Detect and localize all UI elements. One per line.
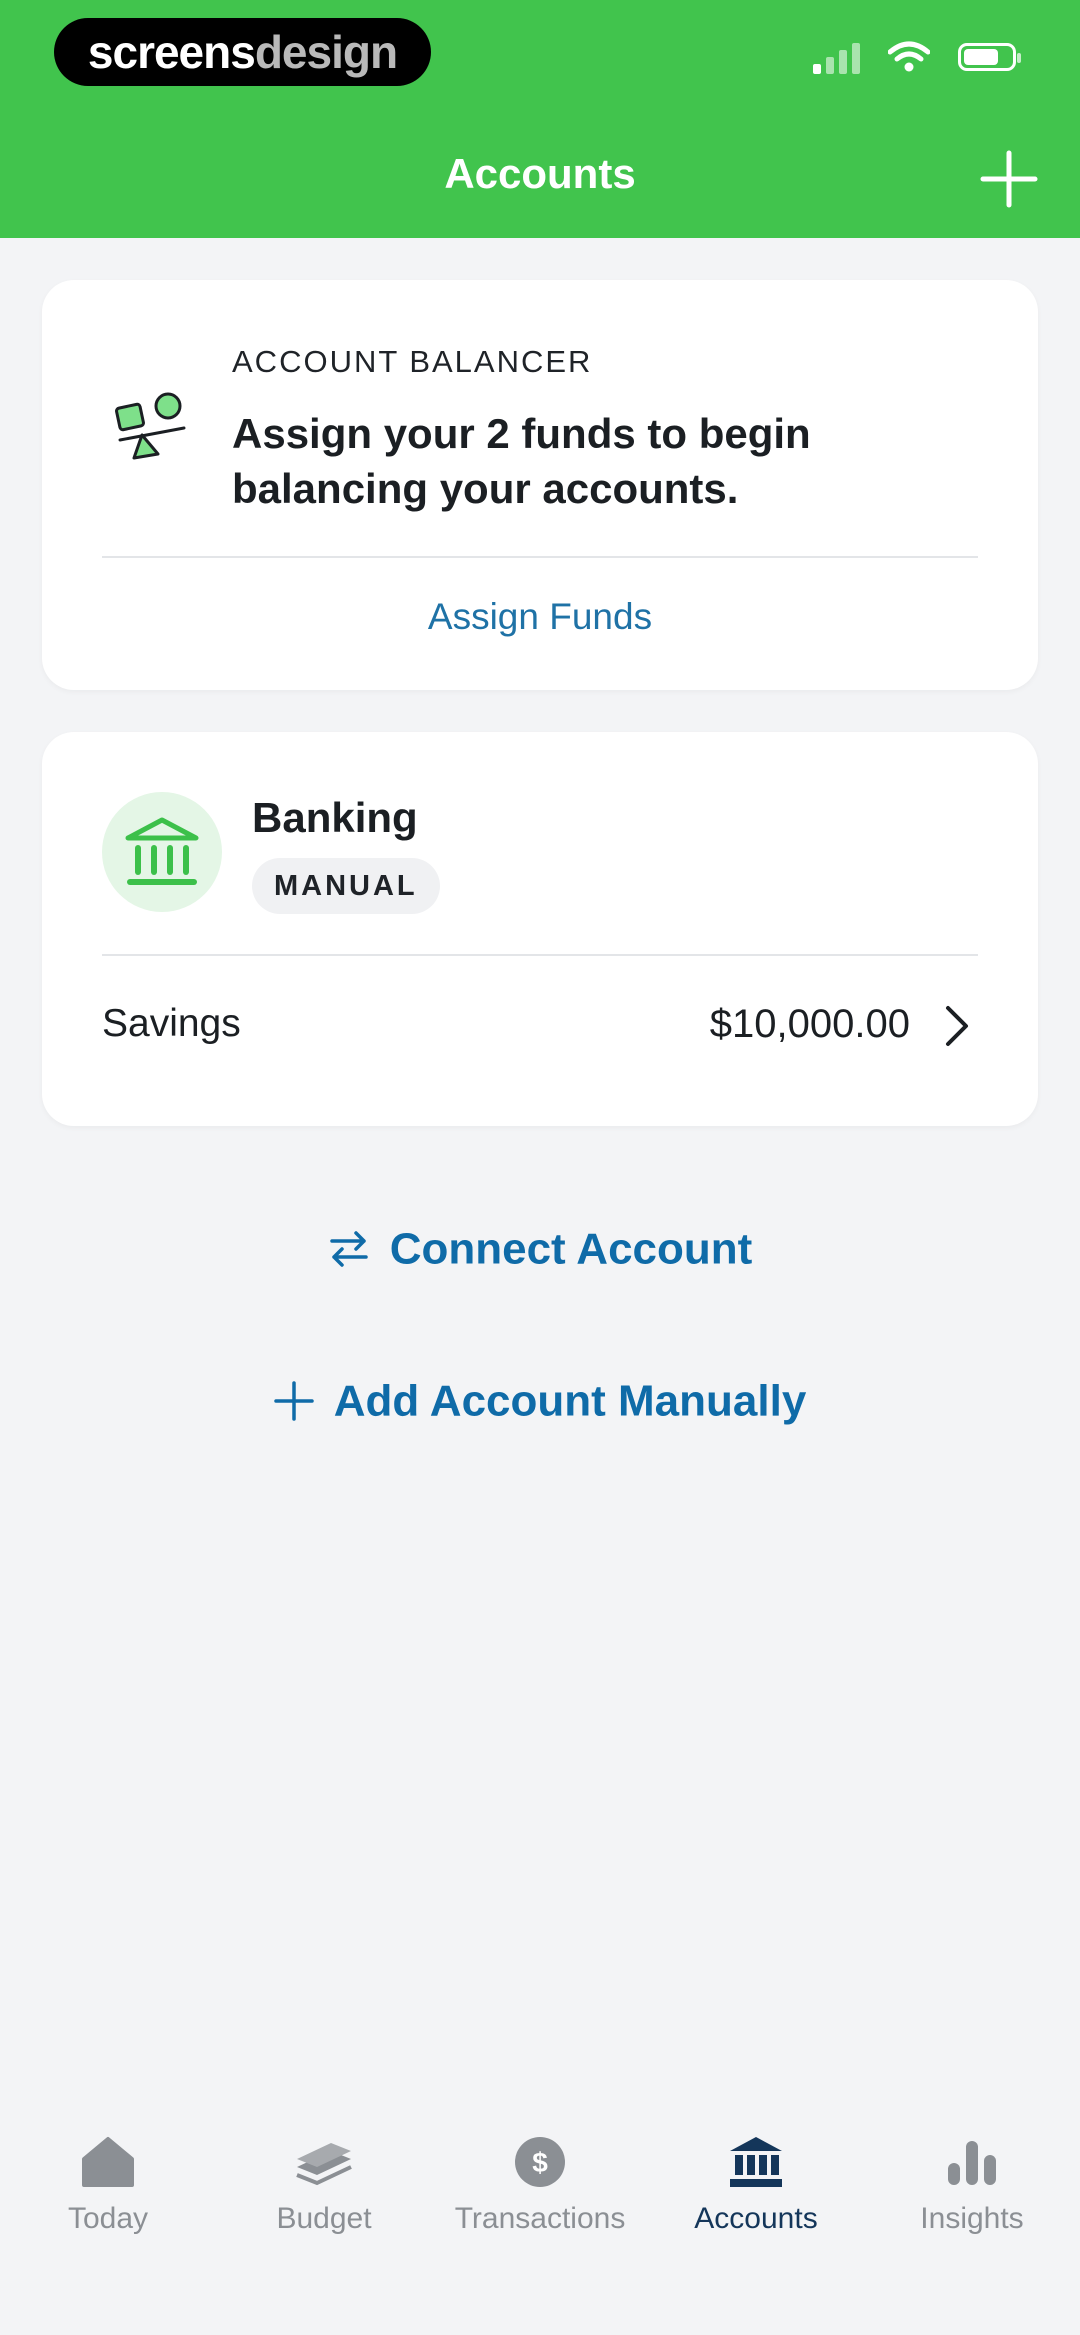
svg-text:$: $ bbox=[532, 2147, 548, 2178]
balancer-message: Assign your 2 funds to begin balancing y… bbox=[232, 410, 811, 512]
assign-funds-link[interactable]: Assign Funds bbox=[42, 596, 1038, 638]
account-balance: $10,000.00 bbox=[709, 1002, 910, 1046]
tab-accounts[interactable]: Accounts bbox=[648, 2130, 864, 2250]
balancer-icon bbox=[115, 392, 186, 460]
divider bbox=[102, 954, 978, 956]
bank-avatar bbox=[102, 792, 222, 912]
account-row-savings[interactable]: Savings $10,000.00 bbox=[102, 994, 978, 1064]
brand-part-1: screens bbox=[87, 26, 256, 78]
dollar-icon: $ bbox=[515, 2137, 565, 2187]
connect-account-label: Connect Account bbox=[389, 1224, 753, 1274]
tab-label: Today bbox=[67, 2202, 149, 2235]
add-account-manually-label: Add Account Manually bbox=[333, 1376, 807, 1426]
bank-icon bbox=[125, 817, 199, 885]
home-icon bbox=[82, 2137, 134, 2187]
status-bar bbox=[813, 40, 1021, 74]
tab-budget[interactable]: Budget bbox=[216, 2130, 432, 2250]
account-name: Savings bbox=[102, 1002, 241, 1045]
tab-label: Accounts bbox=[694, 2202, 818, 2235]
tab-label: Insights bbox=[920, 2202, 1024, 2235]
cellular-signal-icon bbox=[813, 40, 860, 74]
brand-logo: screens design bbox=[54, 18, 431, 86]
page-title: Accounts bbox=[444, 150, 636, 197]
tab-insights[interactable]: Insights bbox=[864, 2130, 1080, 2250]
tab-today[interactable]: Today bbox=[0, 2130, 216, 2250]
transfer-arrows-icon bbox=[329, 1231, 368, 1268]
wifi-icon bbox=[888, 41, 930, 72]
app-header: screens design Accounts bbox=[0, 0, 1080, 238]
account-balancer-card: ACCOUNT BALANCER Assign your 2 funds to … bbox=[42, 280, 1038, 690]
chevron-right-icon bbox=[946, 1006, 968, 1046]
tab-bar: Today Budget $ Transactions Accounts Ins… bbox=[0, 2120, 1080, 2335]
banking-card: Banking MANUAL Savings $10,000.00 bbox=[42, 732, 1038, 1126]
banking-title: Banking bbox=[252, 794, 418, 841]
add-button[interactable] bbox=[980, 150, 1038, 208]
bar-chart-icon bbox=[948, 2141, 996, 2185]
battery-icon bbox=[958, 43, 1021, 71]
manual-badge: MANUAL bbox=[252, 858, 440, 914]
balancer-eyebrow: ACCOUNT BALANCER bbox=[232, 344, 593, 379]
divider bbox=[102, 556, 978, 558]
add-account-manually-button[interactable]: Add Account Manually bbox=[0, 1374, 1080, 1426]
tab-transactions[interactable]: $ Transactions bbox=[432, 2130, 648, 2250]
tab-label: Transactions bbox=[454, 2202, 626, 2235]
connect-account-button[interactable]: Connect Account bbox=[0, 1222, 1080, 1274]
bank-icon bbox=[730, 2137, 782, 2187]
plus-icon bbox=[273, 1381, 314, 1422]
tab-label: Budget bbox=[276, 2202, 372, 2235]
brand-part-2: design bbox=[254, 26, 398, 78]
budget-icon bbox=[296, 2143, 352, 2186]
